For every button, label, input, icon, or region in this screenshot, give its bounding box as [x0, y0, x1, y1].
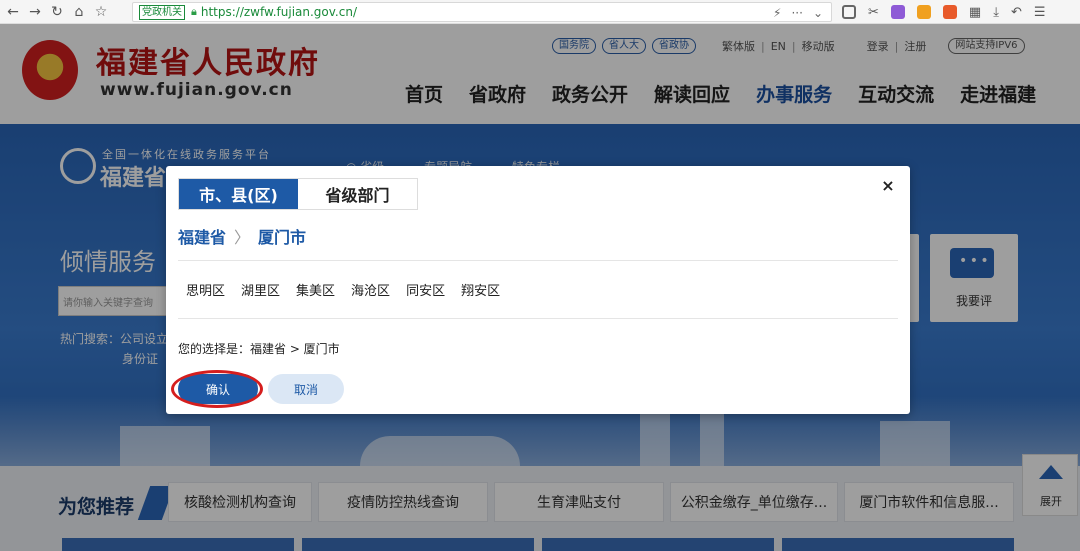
lock-icon: 🔒︎	[191, 5, 197, 18]
shield-icon[interactable]	[916, 5, 931, 19]
divider	[178, 318, 898, 319]
divider	[178, 260, 898, 261]
extension-icon[interactable]	[890, 5, 905, 19]
tab-provincial-dept[interactable]: 省级部门	[298, 179, 417, 209]
district-siming[interactable]: 思明区	[186, 280, 225, 299]
browser-toolbar: ← → ↻ ⌂ ☆ 党政机关 🔒︎ https://zwfw.fujian.go…	[0, 0, 1080, 24]
district-list: 思明区 湖里区 集美区 海沧区 同安区 翔安区	[186, 280, 500, 299]
district-haicang[interactable]: 海沧区	[351, 280, 390, 299]
home-icon[interactable]: ⌂	[68, 4, 90, 20]
game-icon[interactable]	[942, 5, 957, 19]
lightning-icon[interactable]: ⚡︎	[773, 6, 781, 20]
gov-tag: 党政机关	[139, 4, 185, 20]
district-huli[interactable]: 湖里区	[241, 280, 280, 299]
reload-icon[interactable]: ↻	[46, 4, 68, 20]
chevron-right-icon: 〉	[234, 228, 251, 247]
scissors-icon[interactable]: ✂	[868, 5, 879, 20]
selection-text: 您的选择是：福建省 > 厦门市	[178, 342, 340, 356]
district-jimei[interactable]: 集美区	[296, 280, 335, 299]
cancel-button[interactable]: 取消	[268, 374, 344, 404]
forward-icon[interactable]: →	[24, 4, 46, 20]
district-tongan[interactable]: 同安区	[406, 280, 445, 299]
menu-icon[interactable]: ☰	[1034, 5, 1046, 20]
more-icon[interactable]: ···	[791, 6, 802, 20]
url-text[interactable]: https://zwfw.fujian.gov.cn/	[201, 5, 357, 19]
confirm-button[interactable]: 确认	[178, 374, 258, 404]
chevron-down-icon[interactable]: ⌄	[813, 6, 823, 20]
close-icon[interactable]: ×	[878, 176, 898, 195]
region-select-dialog: 市、县(区) 省级部门 × 福建省 〉 厦门市 思明区 湖里区 集美区 海沧区 …	[166, 166, 910, 414]
district-xiangan[interactable]: 翔安区	[461, 280, 500, 299]
region-tabs: 市、县(区) 省级部门	[178, 178, 418, 210]
crumb-province[interactable]: 福建省	[178, 224, 226, 248]
toolbar-icons: ✂ ▦ ⤓ ↶ ☰	[842, 0, 1046, 24]
bookmark-icon[interactable]: ☆	[90, 4, 112, 20]
undo-icon[interactable]: ↶	[1011, 5, 1022, 20]
screenshot-icon[interactable]	[842, 5, 856, 19]
crumb-city[interactable]: 厦门市	[258, 224, 306, 248]
tab-city-county[interactable]: 市、县(区)	[179, 179, 298, 209]
breadcrumb: 福建省 〉 厦门市	[178, 224, 306, 248]
address-bar[interactable]: 党政机关 🔒︎ https://zwfw.fujian.gov.cn/ ⚡︎ ·…	[132, 2, 832, 22]
back-icon[interactable]: ←	[2, 4, 24, 20]
grid-icon[interactable]: ▦	[969, 5, 981, 20]
download-icon[interactable]: ⤓	[993, 5, 999, 20]
